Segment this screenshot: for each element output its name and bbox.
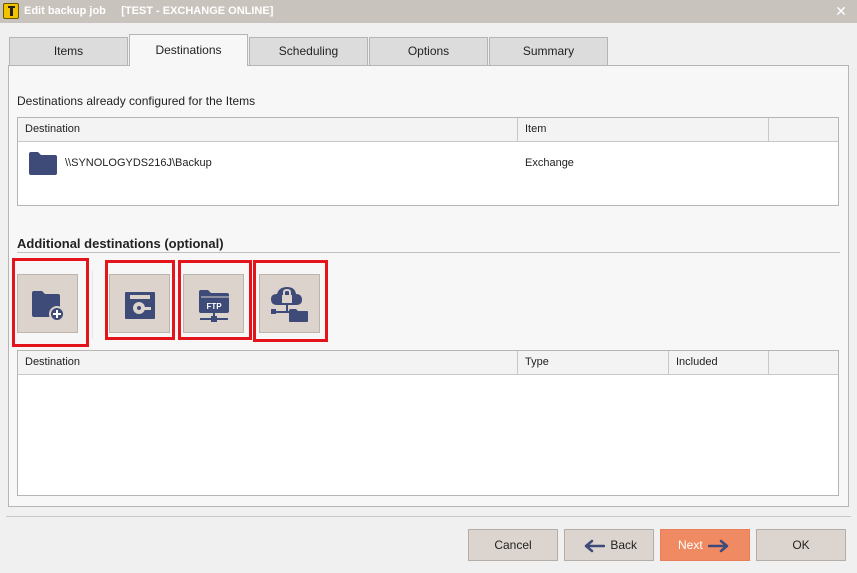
destinations-panel: Destinations already configured for the … [8, 65, 849, 507]
tab-summary[interactable]: Summary [489, 37, 608, 65]
next-button-label: Next [677, 538, 703, 552]
ok-button[interactable]: OK [756, 529, 846, 561]
add-folder-icon [32, 291, 65, 322]
window-subtitle: [TEST - EXCHANGE ONLINE] [121, 5, 274, 17]
ftp-folder-icon: FTP [199, 290, 229, 322]
table-row[interactable]: \\SYNOLOGYDS216J\Backup Exchange [18, 143, 838, 183]
column-destination[interactable]: Destination [18, 118, 518, 141]
window-title: Edit backup job [TEST - EXCHANGE ONLINE] [24, 5, 273, 17]
back-button[interactable]: Back [564, 529, 654, 561]
column-empty [769, 118, 839, 141]
arrow-left-icon [584, 539, 605, 553]
grid-header: Destination Item [18, 118, 838, 142]
footer-divider [6, 516, 851, 517]
tab-items[interactable]: Items [9, 37, 128, 65]
button-separator [92, 271, 93, 339]
additional-destinations-grid: Destination Type Included [17, 350, 839, 496]
back-button-label: Back [610, 538, 638, 552]
next-button[interactable]: Next [660, 529, 750, 561]
row-destination: \\SYNOLOGYDS216J\Backup [65, 157, 212, 169]
configured-destinations-grid: Destination Item \\SYNOLOGYDS216J\Backup… [17, 117, 839, 206]
column-item[interactable]: Item [518, 118, 769, 141]
secure-cloud-folder-icon [271, 287, 308, 322]
section-divider [17, 252, 840, 253]
arrow-right-icon [708, 539, 729, 553]
tab-scheduling[interactable]: Scheduling [249, 37, 368, 65]
window-title-text: Edit backup job [24, 5, 106, 17]
add-folder-destination-button[interactable] [17, 274, 78, 333]
disk-drive-icon [125, 292, 155, 319]
ftp-destination-button[interactable]: FTP [183, 274, 244, 333]
title-bar: Edit backup job [TEST - EXCHANGE ONLINE]… [0, 0, 857, 23]
close-icon[interactable]: ✕ [833, 3, 849, 19]
removable-disk-destination-button[interactable] [109, 274, 170, 333]
column-destination[interactable]: Destination [18, 351, 518, 374]
cancel-button-label: Cancel [494, 538, 532, 552]
grid-header: Destination Type Included [18, 351, 838, 375]
column-type[interactable]: Type [518, 351, 669, 374]
column-empty [769, 351, 839, 374]
cancel-button[interactable]: Cancel [468, 529, 558, 561]
ok-button-label: OK [792, 538, 810, 552]
app-logo-icon [3, 3, 19, 19]
ftp-icon-text: FTP [206, 302, 222, 311]
column-included[interactable]: Included [669, 351, 769, 374]
cloud-destination-button[interactable] [259, 274, 320, 333]
configured-destinations-label: Destinations already configured for the … [17, 94, 256, 108]
tab-options[interactable]: Options [369, 37, 488, 65]
tab-destinations[interactable]: Destinations [129, 34, 248, 66]
row-item: Exchange [525, 157, 574, 169]
folder-icon [29, 151, 57, 175]
additional-destinations-label: Additional destinations (optional) [17, 236, 224, 251]
